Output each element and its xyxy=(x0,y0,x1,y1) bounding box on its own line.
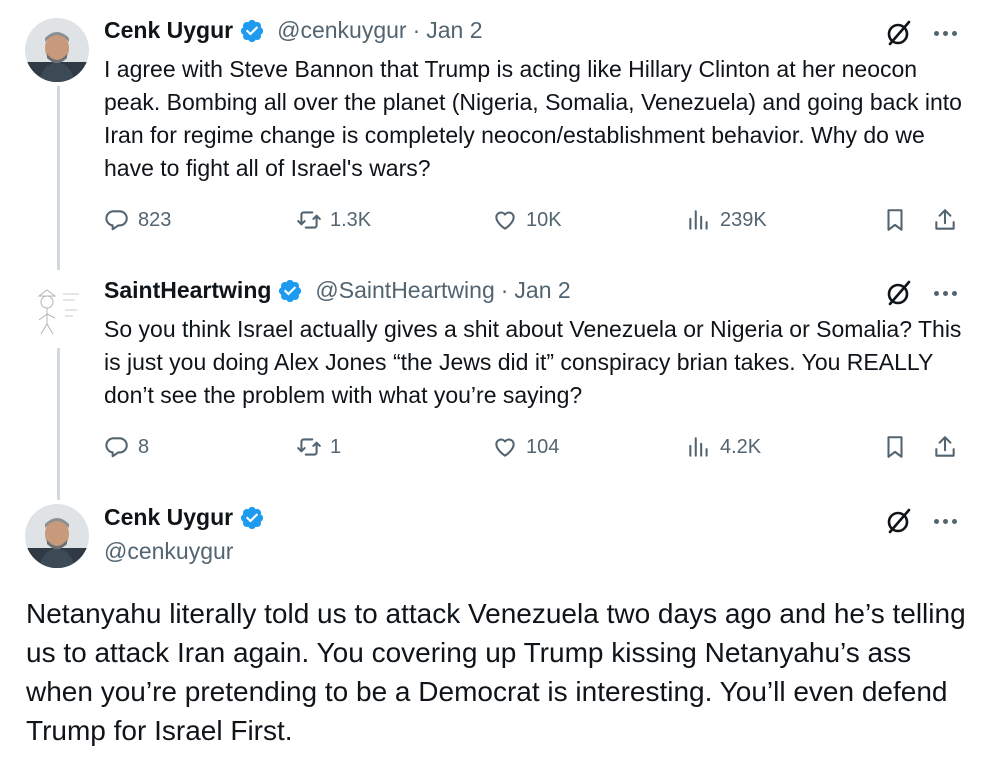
repost-button[interactable]: 1 xyxy=(296,432,341,462)
post-header: Cenk Uygur @cenkuygur · Jan 2 xyxy=(104,17,483,44)
bookmark-icon xyxy=(887,209,903,231)
more-icon[interactable] xyxy=(930,18,960,48)
author-handle[interactable]: @SaintHeartwing xyxy=(315,277,494,304)
post-date[interactable]: Jan 2 xyxy=(514,277,570,304)
like-button[interactable]: 104 xyxy=(492,432,559,462)
avatar[interactable] xyxy=(25,278,89,342)
author-handle[interactable]: @cenkuygur xyxy=(104,538,233,565)
view-count: 239K xyxy=(720,208,767,231)
like-icon xyxy=(495,211,515,230)
reply-count: 8 xyxy=(138,435,150,458)
main-post-text: Netanyahu literally told us to attack Ve… xyxy=(26,598,966,746)
post-header: SaintHeartwing @SaintHeartwing · Jan 2 xyxy=(104,277,571,304)
views-button[interactable]: 239K xyxy=(686,205,767,235)
views-button[interactable]: 4.2K xyxy=(686,432,761,462)
reply-count: 823 xyxy=(138,208,172,231)
repost-icon xyxy=(297,438,321,456)
share-icon xyxy=(935,209,955,230)
post-actions: 823 1.3K 10K 239K xyxy=(104,205,968,235)
like-button[interactable]: 10K xyxy=(492,205,562,235)
grok-icon[interactable] xyxy=(884,18,914,48)
reply-icon xyxy=(105,437,128,458)
bookmark-button[interactable] xyxy=(882,205,908,235)
separator: · xyxy=(412,17,421,43)
thread-line xyxy=(57,86,60,270)
like-icon xyxy=(495,438,515,457)
repost-icon xyxy=(297,211,321,229)
repost-button[interactable]: 1.3K xyxy=(296,205,371,235)
author-name[interactable]: Cenk Uygur xyxy=(104,504,233,531)
grok-icon[interactable] xyxy=(884,278,914,308)
avatar[interactable] xyxy=(25,504,89,568)
reply-button[interactable]: 8 xyxy=(104,432,149,462)
verified-badge-icon xyxy=(279,279,302,302)
like-count: 10K xyxy=(526,208,562,231)
post-text: I agree with Steve Bannon that Trump is … xyxy=(104,56,962,181)
more-icon[interactable] xyxy=(930,506,960,536)
like-count: 104 xyxy=(526,435,560,458)
post-date[interactable]: Jan 2 xyxy=(426,17,482,44)
post-header: Cenk Uygur xyxy=(104,504,265,531)
post-text: So you think Israel actually gives a shi… xyxy=(104,316,962,408)
author-name[interactable]: SaintHeartwing xyxy=(104,277,271,304)
views-icon xyxy=(689,437,708,457)
separator: · xyxy=(500,277,509,303)
reply-icon xyxy=(105,210,128,231)
author-handle[interactable]: @cenkuygur xyxy=(277,17,406,44)
avatar[interactable] xyxy=(25,18,89,82)
grok-icon[interactable] xyxy=(884,506,914,536)
reply-button[interactable]: 823 xyxy=(104,205,171,235)
thread-line xyxy=(57,348,60,500)
view-count: 4.2K xyxy=(720,435,762,458)
bookmark-button[interactable] xyxy=(882,432,908,462)
verified-badge-icon xyxy=(240,19,264,42)
share-button[interactable] xyxy=(932,205,958,235)
author-name[interactable]: Cenk Uygur xyxy=(104,17,233,44)
more-icon[interactable] xyxy=(930,278,960,308)
post-actions: 8 1 104 4.2K xyxy=(104,432,968,462)
repost-count: 1.3K xyxy=(330,208,372,231)
views-icon xyxy=(689,210,708,230)
repost-count: 1 xyxy=(330,435,342,458)
share-button[interactable] xyxy=(932,432,958,462)
share-icon xyxy=(935,436,955,457)
bookmark-icon xyxy=(887,436,903,458)
verified-badge-icon xyxy=(240,506,264,529)
